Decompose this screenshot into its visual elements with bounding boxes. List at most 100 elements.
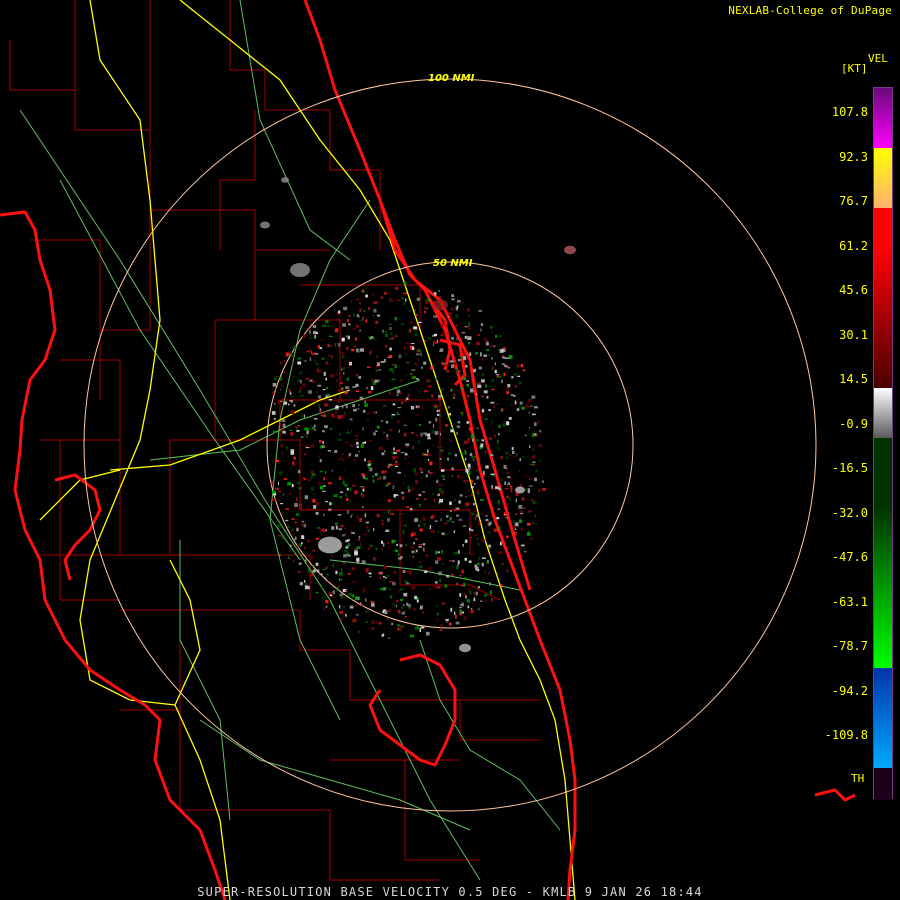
echo-pixel [438,482,440,487]
echo-pixel [477,384,482,388]
colorbar-tick-label: -0.9 [839,416,868,431]
colorbar-tick-label: -16.5 [831,461,868,475]
echo-pixel [297,357,302,360]
echo-pixel [346,319,349,323]
echo-pixel [446,370,448,373]
echo-pixel [330,427,333,430]
echo-pixel [351,349,355,352]
echo-pixel [514,400,517,405]
echo-pixel [472,459,475,461]
echo-pixel [436,382,438,384]
echo-pixel [311,444,314,448]
echo-pixel [328,509,332,512]
echo-pixel [446,574,450,578]
echo-pixel [416,498,419,500]
echo-pixel [360,494,365,498]
echo-pixel [324,425,328,429]
echo-pixel [426,554,428,557]
echo-pixel [441,475,445,478]
echo-pixel [438,488,442,492]
echo-pixel [354,596,359,601]
echo-pixel [437,397,441,401]
echo-pixel [418,524,421,527]
echo-pixel [351,532,355,535]
echo-pixel [280,361,283,365]
echo-pixel [450,607,453,612]
echo-pixel [400,513,405,515]
echo-pixel [356,348,360,353]
echo-pixel [297,470,301,474]
echo-pixel [496,403,499,405]
echo-pixel [515,498,517,503]
echo-pixel [391,416,393,419]
echo-pixel [468,327,471,330]
echo-pixel [278,491,282,492]
echo-pixel [414,626,417,631]
echo-pixel [279,376,283,381]
echo-pixel [320,586,323,589]
echo-pixel [408,309,411,312]
echo-pixel [271,411,276,415]
echo-pixel [503,514,507,516]
echo-pixel [411,487,414,491]
echo-pixel [349,387,351,391]
echo-pixel [350,444,353,447]
echo-pixel [309,573,314,577]
echo-pixel [311,565,315,567]
echo-pixel [440,334,444,336]
echo-pixel [369,576,372,578]
echo-pixel [369,467,373,472]
echo-pixel [450,429,453,433]
echo-pixel [317,481,320,486]
echo-pixel [384,330,387,334]
echo-pixel [439,446,443,448]
echo-pixel [405,443,410,446]
echo-pixel [413,542,415,545]
echo-pixel [380,296,384,299]
echo-pixel [436,612,439,616]
echo-pixel [336,587,339,591]
echo-pixel [354,550,358,554]
echo-pixel [461,476,463,479]
echo-pixel [373,410,375,415]
echo-pixel [503,365,508,367]
echo-pixel [345,493,347,497]
echo-pixel [408,455,410,458]
echo-pixel [341,337,345,342]
echo-pixel [484,599,487,602]
echo-pixel [428,567,432,571]
echo-pixel [471,364,473,368]
echo-pixel [449,560,452,562]
echo-pixel [471,455,475,459]
echo-pixel [384,577,387,579]
echo-pixel [289,544,292,547]
echo-pixel [272,391,275,395]
echo-pixel [395,465,398,467]
echo-pixel [454,454,458,457]
echo-pixel [453,552,457,554]
echo-pixel [481,408,485,413]
echo-pixel [540,430,543,433]
echo-pixel [450,573,454,577]
echo-pixel [486,561,489,564]
echo-pixel [409,620,411,624]
echo-pixel [453,508,458,512]
echo-pixel [449,590,451,592]
echo-pixel [280,400,283,402]
echo-pixel [467,314,470,317]
echo-pixel [313,493,316,495]
echo-pixel [305,427,309,432]
echo-pixel [337,415,342,419]
echo-cluster [432,299,448,311]
echo-pixel [520,527,524,531]
echo-pixel [458,359,461,362]
echo-pixel [489,345,494,347]
echo-pixel [399,587,403,591]
echo-pixel [427,458,430,461]
echo-pixel [342,458,345,461]
echo-pixel [302,477,306,479]
echo-pixel [369,350,372,355]
echo-pixel [376,425,380,429]
echo-pixel [341,453,344,456]
echo-pixel [528,478,532,480]
